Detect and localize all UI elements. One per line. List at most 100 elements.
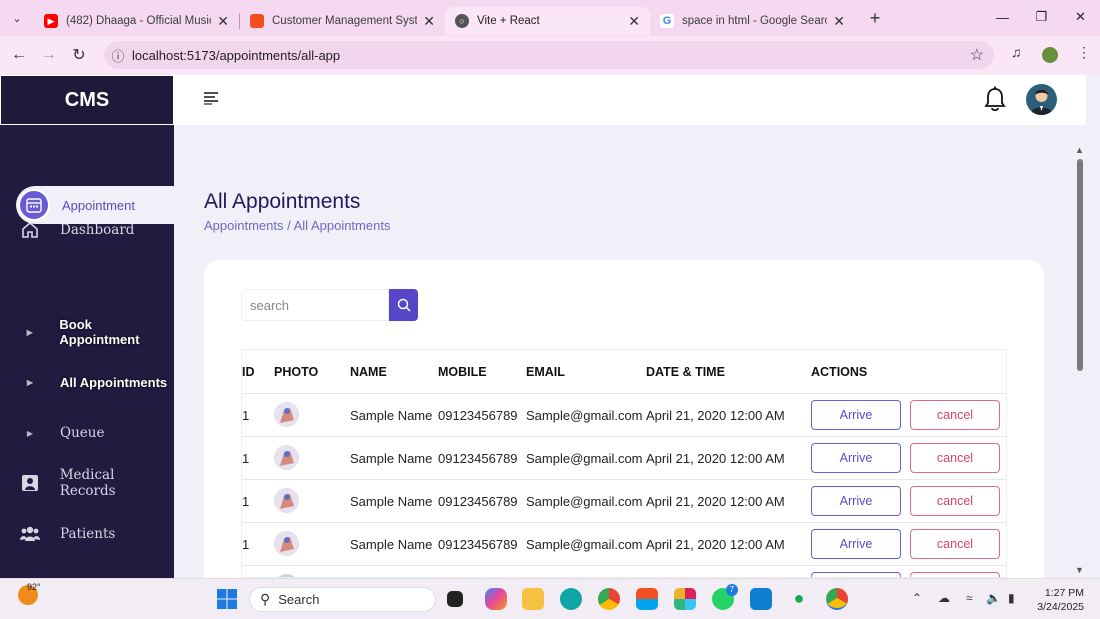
sidebar-item-appointment[interactable]: Appointment	[16, 186, 174, 224]
appointments-table: ID PHOTO NAME MOBILE EMAIL DATE & TIME A…	[241, 349, 1007, 578]
patient-photo	[274, 531, 299, 556]
new-tab-plus-icon[interactable]: +	[861, 8, 889, 29]
close-tab-icon[interactable]: ✕	[833, 13, 845, 30]
windows-start-icon[interactable]	[216, 588, 238, 610]
cancel-button[interactable]: cancel	[910, 400, 1000, 430]
google-icon: G	[660, 14, 674, 28]
search-icon	[397, 298, 411, 312]
search-input[interactable]: search	[241, 289, 389, 321]
sidebar-item-all-appointments[interactable]: ▶ All Appointments	[0, 362, 174, 402]
edge-icon[interactable]	[560, 588, 582, 610]
close-window-icon[interactable]: ✕	[1061, 0, 1100, 34]
sidebar-item-patients[interactable]: Patients	[0, 514, 174, 554]
cell-datetime: April 21, 2020 12:00 AM	[646, 408, 785, 423]
scroll-down-icon[interactable]: ▼	[1075, 565, 1084, 575]
column-header-datetime: DATE & TIME	[646, 365, 725, 379]
hamburger-menu-icon[interactable]	[204, 91, 218, 110]
profile-avatar-icon[interactable]	[1042, 47, 1058, 63]
column-header-id: ID	[242, 365, 255, 379]
chrome-icon[interactable]	[598, 588, 620, 610]
store-icon[interactable]	[636, 588, 658, 610]
taskbar-search[interactable]: ⚲ Search	[249, 587, 436, 612]
arrive-button[interactable]: Arrive	[811, 400, 901, 430]
arrive-button[interactable]: Arrive	[811, 529, 901, 559]
brand-logo: CMS	[0, 75, 174, 125]
cell-name: Sample Name	[350, 494, 433, 509]
chrome-active-icon[interactable]	[826, 588, 848, 610]
media-control-icon[interactable]: ♫	[1011, 44, 1022, 60]
column-header-actions: ACTIONS	[811, 365, 868, 379]
minimize-icon[interactable]: —	[983, 0, 1022, 34]
cell-id: 1	[242, 408, 250, 423]
cell-datetime: April 21, 2020 12:00 AM	[646, 537, 785, 552]
battery-icon[interactable]: ▮	[1008, 591, 1015, 605]
breadcrumb[interactable]: Appointments / All Appointments	[204, 218, 390, 233]
volume-icon[interactable]: 🔈	[986, 591, 1001, 605]
column-header-name: NAME	[350, 365, 387, 379]
bookmark-star-icon[interactable]: ☆	[970, 45, 984, 65]
patient-photo	[274, 402, 299, 427]
sidebar-item-label: Book Appointment	[59, 317, 140, 347]
calendar-icon	[18, 189, 50, 221]
search-button[interactable]	[389, 289, 418, 321]
close-tab-icon[interactable]: ✕	[217, 13, 229, 30]
browser-menu-icon[interactable]: ⋮	[1077, 44, 1091, 61]
terminal-icon[interactable]	[447, 591, 463, 607]
wifi-icon[interactable]: ≈	[966, 591, 973, 605]
column-header-email: EMAIL	[526, 365, 565, 379]
notification-bell-icon[interactable]	[984, 86, 1006, 117]
sidebar-item-label: Queue	[60, 425, 105, 441]
browser-tab-vite-react[interactable]: ○ Vite + React ✕	[445, 7, 650, 35]
arrive-button[interactable]: Arrive	[811, 486, 901, 516]
onedrive-icon[interactable]: ☁	[938, 591, 950, 605]
system-clock[interactable]: 1:27 PM 3/24/2025	[1037, 586, 1084, 614]
cell-email: Sample@gmail.com	[526, 494, 643, 509]
vscode-icon[interactable]	[750, 588, 772, 610]
cancel-button[interactable]: cancel	[910, 443, 1000, 473]
whatsapp-badge: 7	[726, 584, 738, 596]
cell-mobile: 09123456789	[438, 408, 518, 423]
cell-mobile: 09123456789	[438, 494, 518, 509]
user-avatar[interactable]	[1026, 84, 1057, 115]
arrive-button[interactable]: Arrive	[811, 443, 901, 473]
cancel-button[interactable]: cancel	[910, 529, 1000, 559]
tab-list-chevron-icon[interactable]: ⌄	[0, 0, 34, 36]
sidebar-item-label: Medical Records	[59, 467, 116, 499]
scrollbar-thumb[interactable]	[1077, 159, 1083, 371]
table-row-partial	[242, 565, 1006, 577]
slack-icon[interactable]	[674, 588, 696, 610]
cell-email: Sample@gmail.com	[526, 451, 643, 466]
file-explorer-icon[interactable]	[522, 588, 544, 610]
scroll-up-icon[interactable]: ▲	[1075, 145, 1084, 155]
url-bar[interactable]: ⓘ localhost:5173/appointments/all-app ☆	[104, 41, 994, 69]
reload-icon[interactable]: ↻	[64, 45, 94, 65]
address-bar-row: ← → ↻ ⓘ localhost:5173/appointments/all-…	[0, 36, 1100, 74]
page-scrollbar[interactable]: ▲ ▼	[1074, 145, 1086, 578]
copilot-icon[interactable]	[485, 588, 507, 610]
sidebar-item-medical-records[interactable]: Medical Records	[0, 463, 174, 503]
browser-tab-google[interactable]: G space in html - Google Search ✕	[650, 7, 855, 35]
browser-tab-figma[interactable]: Customer Management System ✕	[240, 7, 445, 35]
page-title: All Appointments	[204, 190, 361, 213]
close-tab-icon[interactable]: ✕	[423, 13, 435, 30]
forward-arrow-icon[interactable]: →	[34, 46, 64, 64]
close-tab-icon[interactable]: ✕	[628, 13, 640, 30]
site-info-icon[interactable]: ⓘ	[104, 46, 132, 65]
cancel-button[interactable]: cancel	[910, 486, 1000, 516]
sidebar-item-queue[interactable]: ▶ Queue	[0, 413, 174, 453]
tray-overflow-icon[interactable]: ⌃	[912, 591, 922, 605]
table-row: 1 Sample Name 09123456789 Sample@gmail.c…	[242, 393, 1006, 436]
mongodb-icon[interactable]: ●	[788, 588, 810, 610]
cell-name: Sample Name	[350, 451, 433, 466]
sidebar-item-label: All Appointments	[60, 374, 168, 390]
back-arrow-icon[interactable]: ←	[4, 46, 34, 64]
sidebar-item-book-appointment[interactable]: ▶ Book Appointment	[0, 312, 174, 352]
tab-title: Vite + React	[477, 15, 540, 27]
restore-icon[interactable]: ❐	[1022, 0, 1061, 34]
browser-tab-bar: ⌄ ▶ (482) Dhaaga - Official Music Vi ✕ C…	[0, 0, 1100, 36]
sidebar-item-label: Patients	[60, 526, 116, 542]
app-header	[174, 75, 1086, 125]
browser-tab-youtube[interactable]: ▶ (482) Dhaaga - Official Music Vi ✕	[34, 7, 239, 35]
table-row: 1 Sample Name 09123456789 Sample@gmail.c…	[242, 522, 1006, 565]
cell-name: Sample Name	[350, 408, 433, 423]
